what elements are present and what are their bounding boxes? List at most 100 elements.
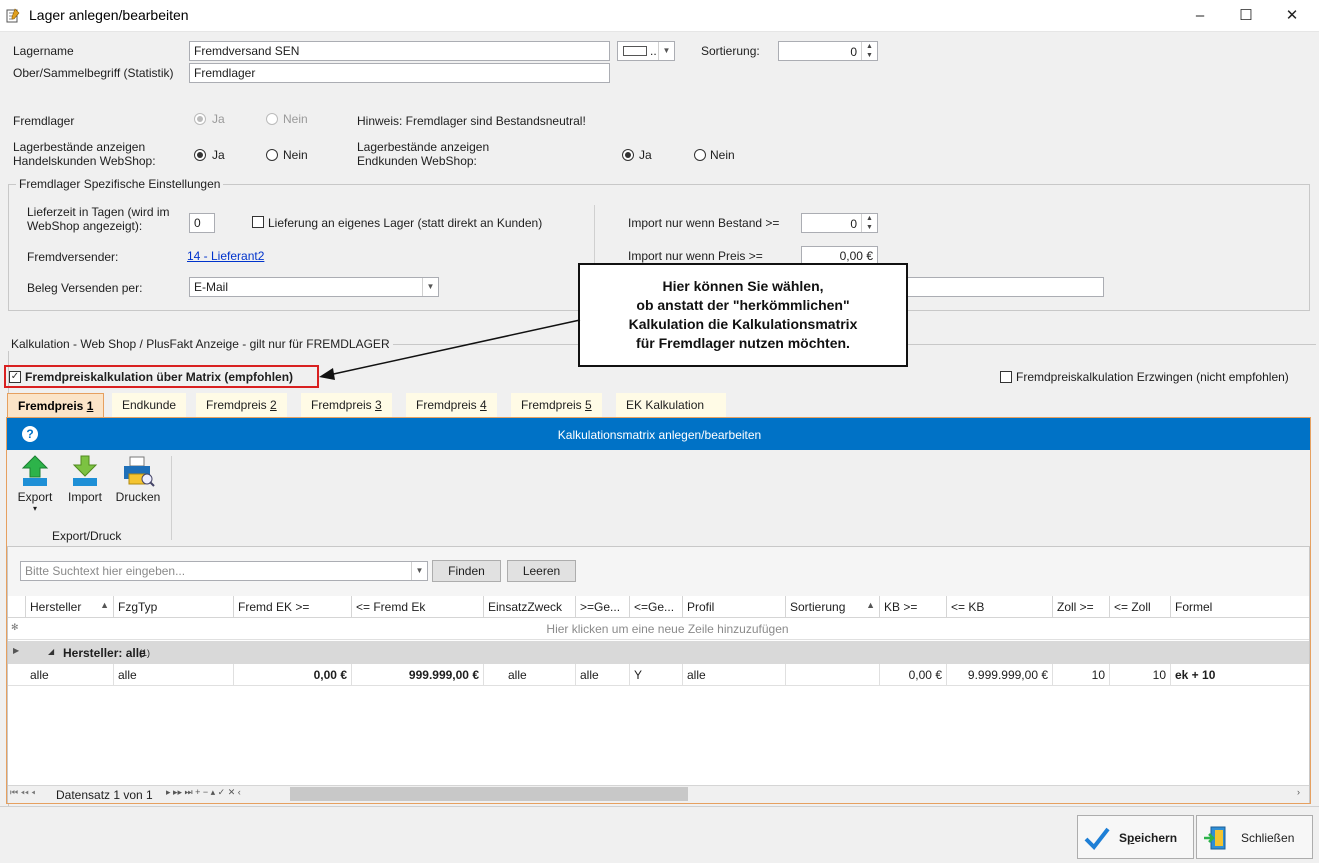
drucken-button[interactable]: Drucken <box>114 455 162 504</box>
col-fzgtyp[interactable]: FzgTyp <box>114 596 234 618</box>
cell-kb-min[interactable]: 0,00 € <box>880 664 947 686</box>
group-label: Hersteller: alle <box>63 646 146 660</box>
export-dropdown-icon[interactable]: ▾ <box>15 504 55 513</box>
matrix-check-label: Fremdpreiskalkulation über Matrix (empfo… <box>25 370 294 384</box>
col-zoll-min[interactable]: Zoll >= <box>1053 596 1110 618</box>
leeren-button[interactable]: Leeren <box>507 560 576 582</box>
col-sortierung[interactable]: Sortierung ▲ <box>786 596 880 618</box>
color-picker[interactable]: .. ▼ <box>617 41 675 61</box>
beleg-dropdown-arrow-icon[interactable]: ▼ <box>422 278 438 296</box>
schliessen-button[interactable]: Schließen <box>1196 815 1313 859</box>
col-fremd-ek-min[interactable]: Fremd EK >= <box>234 596 352 618</box>
finden-button[interactable]: Finden <box>432 560 501 582</box>
group-row[interactable] <box>8 641 1309 664</box>
maximize-button[interactable]: ☐ <box>1223 0 1269 32</box>
import-label: Import <box>67 490 102 504</box>
ober-input[interactable]: Fremdlager <box>189 63 610 83</box>
fremdlager-ja-radio[interactable] <box>194 113 206 125</box>
tab-ek-kalkulation[interactable]: EK Kalkulation <box>616 393 726 417</box>
cell-zoll-max[interactable]: 10 <box>1110 664 1171 686</box>
handel-ja-radio[interactable] <box>194 149 206 161</box>
matrix-checkbox[interactable]: ✓ <box>9 371 21 383</box>
tab-num: 5 <box>585 398 592 412</box>
callout-box: Hier können Sie wählen, ob anstatt der "… <box>578 263 908 367</box>
speichern-mnemonic: p <box>1127 831 1135 845</box>
cell-hersteller[interactable]: alle <box>26 664 114 686</box>
tab-label: Fremdpreis <box>18 399 87 413</box>
extra-input[interactable] <box>890 277 1104 297</box>
export-icon <box>21 455 49 486</box>
col-profil[interactable]: Profil <box>683 596 786 618</box>
tab-label: Endkunde <box>122 398 177 412</box>
col-kb-min[interactable]: KB >= <box>880 596 947 618</box>
spin-arrows-icon[interactable]: ▲ ▼ <box>861 214 877 232</box>
endkunden-nein-radio[interactable] <box>694 149 706 161</box>
col-ge-max[interactable]: <=Ge... <box>630 596 683 618</box>
col-fremd-ek-max[interactable]: <= Fremd Ek <box>352 596 484 618</box>
lagername-input[interactable]: Fremdversand SEN <box>189 41 610 61</box>
matrix-title: Kalkulationsmatrix anlegen/bearbeiten <box>557 428 762 442</box>
tab-num: 3 <box>375 398 382 412</box>
lieferzeit-input[interactable]: 0 <box>189 213 215 233</box>
speichern-label: Speichern <box>1119 831 1178 845</box>
color-dropdown-arrow-icon[interactable]: ▼ <box>658 42 674 60</box>
row-indicator-icon: ▶ <box>13 646 20 655</box>
fremdversender-link[interactable]: 14 - Lieferant2 <box>187 249 264 263</box>
row-indicator-header <box>8 596 26 618</box>
close-button[interactable]: ✕ <box>1269 0 1315 32</box>
fremdlager-nein-radio[interactable] <box>266 113 278 125</box>
new-row-hint[interactable]: Hier klicken um eine neue Zeile hinzuzuf… <box>26 622 1309 636</box>
nav-first-icons[interactable]: ⏮ ◂◂ ◂ <box>10 787 35 798</box>
tab-fremdpreis-3[interactable]: Fremdpreis 3 <box>301 393 392 417</box>
tab-fremdpreis-4[interactable]: Fremdpreis 4 <box>406 393 497 417</box>
col-formel[interactable]: Formel <box>1171 596 1309 618</box>
export-label: Export <box>17 490 53 504</box>
cell-fremd-ek-max[interactable]: 999.999,00 € <box>352 664 484 686</box>
callout-line-4: für Fremdlager nutzen möchten. <box>636 335 850 351</box>
spin-arrows-icon[interactable]: ▲ ▼ <box>861 42 877 60</box>
cell-einsatzzweck[interactable]: alle <box>484 664 576 686</box>
fremdversender-label: Fremdversender: <box>27 250 119 264</box>
handel-nein-radio[interactable] <box>266 149 278 161</box>
cell-ge-min[interactable]: alle <box>576 664 630 686</box>
cell-kb-max[interactable]: 9.999.999,00 € <box>947 664 1053 686</box>
cell-profil[interactable]: alle <box>683 664 786 686</box>
beleg-combobox[interactable]: E-Mail ▼ <box>189 277 439 297</box>
tab-label: Fremdpreis <box>311 398 376 412</box>
col-ge-min[interactable]: >=Ge... <box>576 596 630 618</box>
handel-label-2: Handelskunden WebShop: <box>13 154 156 168</box>
search-input[interactable]: Bitte Suchtext hier eingeben... ▼ <box>20 561 428 581</box>
tab-fremdpreis-2[interactable]: Fremdpreis 2 <box>196 393 287 417</box>
export-button[interactable]: Export ▾ <box>15 455 55 513</box>
col-kb-max[interactable]: <= KB <box>947 596 1053 618</box>
cell-fremd-ek-min[interactable]: 0,00 € <box>234 664 352 686</box>
cell-zoll-min[interactable]: 10 <box>1053 664 1110 686</box>
col-zoll-max[interactable]: <= Zoll <box>1110 596 1171 618</box>
horizontal-scrollbar-thumb[interactable] <box>290 787 688 801</box>
lieferung-checkbox[interactable] <box>252 216 264 228</box>
col-einsatzzweck[interactable]: EinsatzZweck <box>484 596 576 618</box>
col-hersteller[interactable]: Hersteller ▲ <box>26 596 114 618</box>
cell-ge-max[interactable]: Y <box>630 664 683 686</box>
cell-fzgtyp[interactable]: alle <box>114 664 234 686</box>
endkunden-ja-radio[interactable] <box>622 149 634 161</box>
nav-controls-icons[interactable]: ▸ ▸▸ ⏭ + − ▴ ✓ ✕ ‹ <box>166 787 241 798</box>
import-button[interactable]: Import <box>64 455 106 504</box>
speichern-button[interactable]: Speichern <box>1077 815 1194 859</box>
search-dropdown-arrow-icon[interactable]: ▼ <box>411 562 427 580</box>
endkunden-nein-label: Nein <box>710 148 735 162</box>
scroll-right-icon[interactable]: › <box>1297 787 1300 797</box>
cell-formel[interactable]: ek + 10 <box>1171 664 1309 686</box>
tab-fremdpreis-1[interactable]: Fremdpreis 1 <box>7 393 105 417</box>
cell-sortierung[interactable] <box>786 664 880 686</box>
minimize-button[interactable]: – <box>1177 0 1223 32</box>
import-bestand-spinner[interactable]: 0 ▲ ▼ <box>801 213 878 233</box>
tab-endkunde[interactable]: Endkunde <box>112 393 187 417</box>
erzwingen-checkbox[interactable] <box>1000 371 1012 383</box>
callout-line-1: Hier können Sie wählen, <box>662 278 824 294</box>
group-expand-icon[interactable]: ◢ <box>48 647 54 656</box>
tab-fremdpreis-5[interactable]: Fremdpreis 5 <box>511 393 602 417</box>
ober-label: Ober/Sammelbegriff (Statistik) <box>13 66 174 80</box>
sortierung-spinner[interactable]: 0 ▲ ▼ <box>778 41 878 61</box>
window-title: Lager anlegen/bearbeiten <box>29 7 189 23</box>
